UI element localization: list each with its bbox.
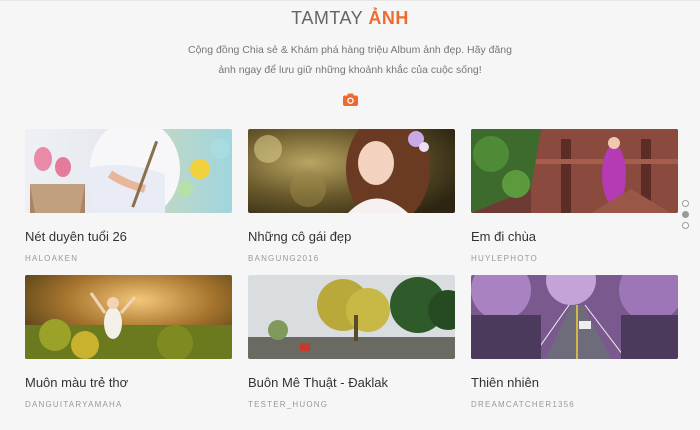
album-author[interactable]: DREAMCATCHER1356	[471, 400, 678, 409]
photo-purple-avenue[interactable]	[471, 275, 678, 359]
album-author[interactable]: HUYLEPHOTO	[471, 254, 678, 263]
album-author[interactable]: DANGUITARYAMAHA	[25, 400, 232, 409]
title-main: TAMTAY	[291, 8, 363, 28]
album-title[interactable]: Những cô gái đẹp	[248, 229, 455, 244]
album-card[interactable]: Em đi chùa HUYLEPHOTO	[471, 129, 678, 263]
title-accent: ẢNH	[368, 8, 409, 28]
description-line-1: Cộng đồng Chia sẻ & Khám phá hàng triệu …	[188, 44, 512, 56]
camera-icon[interactable]	[343, 93, 358, 106]
album-title[interactable]: Thiên nhiên	[471, 375, 678, 390]
album-card[interactable]: Nét duyên tuổi 26 HALOAKEN	[25, 129, 232, 263]
album-title[interactable]: Muôn màu trẻ thơ	[25, 375, 232, 390]
album-author[interactable]: TESTER_HUONG	[248, 400, 455, 409]
photo-road-trees[interactable]	[248, 275, 455, 359]
pagination-dot-2[interactable]	[682, 211, 689, 218]
photo-woman-lotus[interactable]	[25, 129, 232, 213]
page-description: Cộng đồng Chia sẻ & Khám phá hàng triệu …	[170, 40, 530, 80]
album-title[interactable]: Buôn Mê Thuật - Đaklak	[248, 375, 455, 390]
album-card[interactable]: Những cô gái đẹp BANGUNG2016	[248, 129, 455, 263]
album-card[interactable]: Muôn màu trẻ thơ DANGUITARYAMAHA	[25, 275, 232, 409]
album-author[interactable]: HALOAKEN	[25, 254, 232, 263]
album-card[interactable]: Thiên nhiên DREAMCATCHER1356	[471, 275, 678, 409]
photo-child-field[interactable]	[25, 275, 232, 359]
description-line-2: ảnh ngay để lưu giữ những khoảnh khắc củ…	[218, 64, 482, 76]
pagination-dot-1[interactable]	[682, 200, 689, 207]
album-card[interactable]: Buôn Mê Thuật - Đaklak TESTER_HUONG	[248, 275, 455, 409]
top-divider	[0, 0, 700, 1]
page-title: TAMTAY ẢNH	[0, 8, 700, 29]
pagination-dot-3[interactable]	[682, 222, 689, 229]
album-title[interactable]: Em đi chùa	[471, 229, 678, 244]
photo-woman-pagoda[interactable]	[471, 129, 678, 213]
slider-pagination	[682, 200, 690, 233]
album-title[interactable]: Nét duyên tuổi 26	[25, 229, 232, 244]
album-author[interactable]: BANGUNG2016	[248, 254, 455, 263]
photo-girl-portrait[interactable]	[248, 129, 455, 213]
